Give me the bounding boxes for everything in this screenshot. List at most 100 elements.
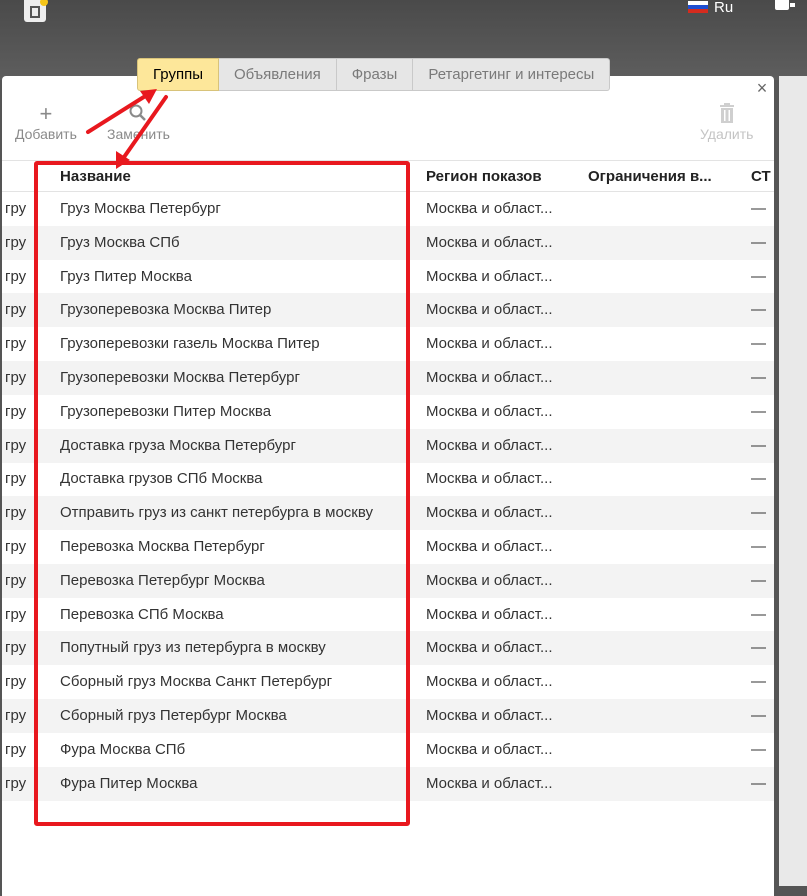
row-name-cell: Доставка грузов СПб Москва [60, 470, 263, 488]
row-prefix-cell: гру [5, 639, 27, 657]
replace-button[interactable]: Заменить [107, 102, 170, 142]
row-name-cell: Грузоперевозка Москва Питер [60, 301, 272, 319]
trash-icon [718, 102, 736, 126]
row-region-cell: Москва и област... [426, 740, 553, 758]
battery-icon[interactable] [775, 0, 795, 10]
row-name-cell: Перевозка Москва Петербург [60, 538, 265, 555]
row-st-cell: — [751, 200, 766, 217]
row-region-cell: Москва и област... [426, 538, 553, 555]
row-st-cell: — [751, 267, 766, 285]
row-prefix-cell: гру [5, 470, 27, 488]
row-region-cell: Москва и област... [426, 267, 553, 285]
row-prefix-cell: гру [5, 571, 27, 589]
row-region-cell: Москва и област... [426, 335, 553, 353]
row-st-cell: — [751, 301, 766, 319]
table-row[interactable]: гру Доставка груза Москва Петербург Москва… [2, 428, 774, 463]
column-header-name[interactable]: Название [60, 161, 400, 193]
row-limits-cell [588, 564, 738, 598]
row-region-cell: Москва и област... [426, 402, 553, 420]
row-limits-cell [588, 530, 738, 564]
row-name-cell: Отправить груз из санкт петербурга в мос… [60, 504, 373, 522]
table-row[interactable]: гру Груз Питер Москва Москва и област... — [2, 260, 774, 294]
row-prefix-cell: гру [5, 538, 27, 555]
replace-label: Заменить [107, 126, 170, 142]
row-prefix-cell: гру [5, 233, 27, 251]
row-name-cell: Фура Москва СПб [60, 740, 186, 758]
table-row[interactable]: гру Грузоперевозки Питер Москва Москва и о… [2, 395, 774, 429]
table-row[interactable]: гру Груз Москва Петербург Москва и област.… [2, 192, 774, 226]
row-st-cell: — [751, 369, 766, 386]
row-region-cell: Москва и област... [426, 200, 553, 217]
row-name-cell: Груз Москва СПб [60, 233, 180, 251]
row-limits-cell [588, 699, 738, 733]
table-row[interactable]: гру Грузоперевозки газель Москва Питер Мос… [2, 327, 774, 361]
row-st-cell: — [751, 470, 766, 488]
language-switcher[interactable]: Ru [688, 0, 733, 16]
add-label: Добавить [15, 126, 77, 142]
search-icon [128, 102, 148, 126]
table-row[interactable]: гру Перевозка Петербург Москва Москва и об… [2, 563, 774, 598]
row-prefix-cell: гру [5, 436, 27, 454]
row-limits-cell [588, 767, 738, 801]
row-name-cell: Сборный груз Петербург Москва [60, 707, 287, 724]
film-icon [30, 6, 40, 18]
row-st-cell: — [751, 571, 766, 589]
row-prefix-cell: гру [5, 673, 27, 691]
row-region-cell: Москва и област... [426, 369, 553, 386]
row-region-cell: Москва и област... [426, 673, 553, 691]
row-region-cell: Москва и област... [426, 470, 553, 488]
table-row[interactable]: гру Фура Москва СПб Москва и област... — [2, 733, 774, 767]
row-prefix-cell: гру [5, 504, 27, 522]
tab-bar: Группы Объявления Фразы Ретаргетинг и ин… [137, 58, 611, 91]
row-st-cell: — [751, 673, 766, 691]
table-row[interactable]: гру Сборный груз Петербург Москва Москва и… [2, 699, 774, 733]
tab-phrases[interactable]: Фразы [336, 58, 414, 91]
row-st-cell: — [751, 402, 766, 420]
table-row[interactable]: гру Отправить груз из санкт петербурга в … [2, 496, 774, 531]
row-name-cell: Доставка груза Москва Петербург [60, 436, 296, 454]
row-prefix-cell: гру [5, 335, 27, 353]
tab-ads[interactable]: Объявления [218, 58, 337, 91]
table-row[interactable]: гру Грузоперевозки Москва Петербург Москва… [2, 361, 774, 395]
add-button[interactable]: + Добавить [15, 102, 77, 143]
row-name-cell: Груз Москва Петербург [60, 200, 221, 217]
notification-dot [40, 0, 48, 6]
tab-retargeting[interactable]: Ретаргетинг и интересы [413, 58, 611, 91]
table-row[interactable]: гру Попутный груз из петербурга в москву М… [2, 631, 774, 666]
row-region-cell: Москва и област... [426, 504, 553, 522]
row-region-cell: Москва и област... [426, 301, 553, 319]
row-prefix-cell: гру [5, 369, 27, 386]
row-name-cell: Сборный груз Москва Санкт Петербург [60, 673, 333, 691]
column-header-st[interactable]: СТ [751, 161, 775, 193]
row-region-cell: Москва и област... [426, 605, 553, 623]
table-row[interactable]: гру Груз Москва СПб Москва и област... — [2, 225, 774, 260]
table-row[interactable]: гру Сборный груз Москва Санкт Петербург Мо… [2, 665, 774, 699]
row-limits-cell [588, 327, 738, 361]
row-limits-cell [588, 665, 738, 699]
video-app-icon[interactable] [24, 0, 48, 22]
row-region-cell: Москва и област... [426, 571, 553, 589]
row-limits-cell [588, 293, 738, 327]
delete-button[interactable]: Удалить [700, 102, 753, 142]
row-prefix-cell: гру [5, 402, 27, 420]
row-limits-cell [588, 429, 738, 463]
table-row[interactable]: гру Перевозка Москва Петербург Москва и об… [2, 530, 774, 564]
close-button[interactable]: × [753, 79, 771, 97]
row-limits-cell [588, 631, 738, 665]
tab-groups[interactable]: Группы [137, 58, 219, 91]
row-st-cell: — [751, 538, 766, 555]
row-region-cell: Москва и област... [426, 639, 553, 657]
row-st-cell: — [751, 504, 766, 522]
row-prefix-cell: гру [5, 267, 27, 285]
table-header: Название Регион показов Ограничения в...… [2, 160, 774, 192]
table-row[interactable]: гру Доставка грузов СПб Москва Москва и об… [2, 462, 774, 496]
row-prefix-cell: гру [5, 605, 27, 623]
row-region-cell: Москва и област... [426, 707, 553, 724]
column-header-region[interactable]: Регион показов [426, 161, 576, 193]
table-row[interactable]: гру Перевозка СПб Москва Москва и област..… [2, 598, 774, 632]
table-row[interactable]: гру Фура Питер Москва Москва и област... — [2, 766, 774, 801]
row-region-cell: Москва и област... [426, 233, 553, 251]
row-prefix-cell: гру [5, 774, 27, 792]
column-header-limits[interactable]: Ограничения в... [588, 161, 738, 193]
table-row[interactable]: гру Грузоперевозка Москва Питер Москва и о… [2, 293, 774, 328]
